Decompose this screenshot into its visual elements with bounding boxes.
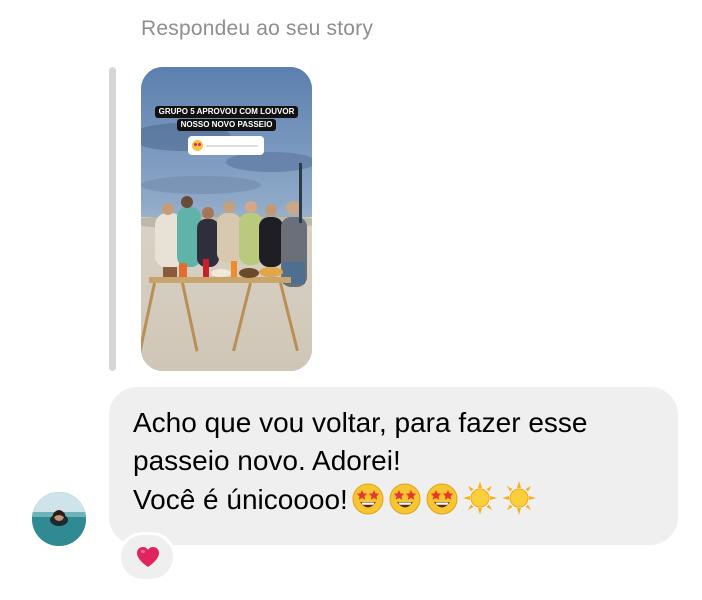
message-text: Acho que vou voltar, para fazer esse pas…	[133, 404, 588, 526]
star-struck-emoji-icon	[425, 482, 459, 526]
reaction-pill[interactable]	[118, 532, 176, 582]
story-caption: GRUPO 5 APROVOU COM LOUVOR NOSSO NOVO PA…	[141, 106, 312, 132]
emoji-slider-sticker	[188, 136, 264, 155]
story-caption-line: GRUPO 5 APROVOU COM LOUVOR	[154, 106, 299, 118]
red-heart-icon	[135, 544, 161, 575]
reply-context-label: Respondeu ao seu story	[141, 17, 374, 40]
message-line-last: Você é únicoooo!	[133, 480, 588, 526]
message-bubble[interactable]: Acho que vou voltar, para fazer esse pas…	[109, 387, 678, 545]
sun-emoji-icon	[501, 480, 537, 526]
message-line: passeio novo. Adorei!	[133, 445, 401, 476]
reply-quote-bar	[109, 67, 116, 371]
slider-track	[206, 145, 258, 147]
heart-eyes-emoji-icon	[192, 140, 203, 151]
story-thumbnail[interactable]: GRUPO 5 APROVOU COM LOUVOR NOSSO NOVO PA…	[141, 67, 312, 371]
avatar[interactable]	[32, 492, 86, 546]
star-struck-emoji-icon	[388, 482, 422, 526]
message-line: Acho que vou voltar, para fazer esse	[133, 407, 588, 438]
star-struck-emoji-icon	[351, 482, 385, 526]
avatar-photo	[32, 492, 86, 546]
message-line-text: Você é únicoooo!	[133, 484, 348, 515]
sun-emoji-icon	[462, 480, 498, 526]
story-caption-line: NOSSO NOVO PASSEIO	[176, 119, 277, 131]
